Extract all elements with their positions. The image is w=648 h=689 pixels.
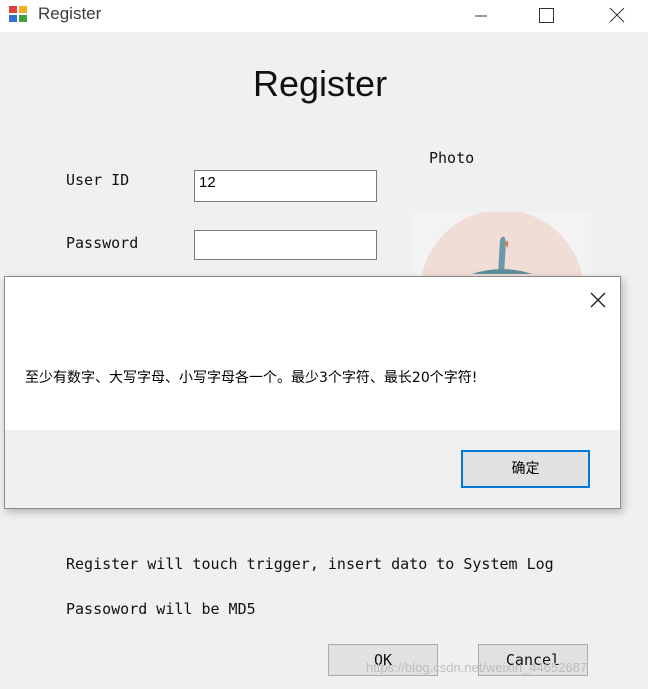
password-field[interactable] [194, 230, 377, 260]
minimize-button[interactable] [458, 0, 504, 32]
maximize-button[interactable] [523, 0, 569, 32]
window-title: Register [38, 4, 102, 23]
close-button[interactable] [594, 0, 640, 32]
photo-image[interactable] [412, 212, 591, 276]
dialog-footer: 确定 [5, 430, 620, 508]
md5-note: Passoword will be MD5 [66, 600, 256, 618]
app-icon [9, 6, 29, 24]
password-label: Password [66, 234, 139, 252]
user-id-label: User ID [66, 171, 130, 189]
minimize-icon [475, 15, 487, 17]
user-id-field[interactable]: 12 [194, 170, 377, 202]
message-dialog: 至少有数字、大写字母、小写字母各一个。最少3个字符、最长20个字符! 确定 [4, 276, 621, 509]
maximize-icon [539, 8, 554, 23]
confirm-button[interactable]: 确定 [461, 450, 590, 488]
close-icon [609, 7, 625, 23]
photo-picture [421, 212, 583, 276]
photo-label: Photo [429, 149, 475, 167]
form-heading: Register [253, 63, 388, 104]
watermark: https://blog.csdn.net/weixin_44652687 [366, 660, 588, 675]
dialog-close-button[interactable] [583, 285, 613, 315]
trigger-note: Register will touch trigger, insert dato… [66, 555, 554, 573]
title-bar: Register [0, 0, 648, 32]
close-icon [590, 292, 606, 308]
dialog-message: 至少有数字、大写字母、小写字母各一个。最少3个字符、最长20个字符! [25, 370, 478, 386]
